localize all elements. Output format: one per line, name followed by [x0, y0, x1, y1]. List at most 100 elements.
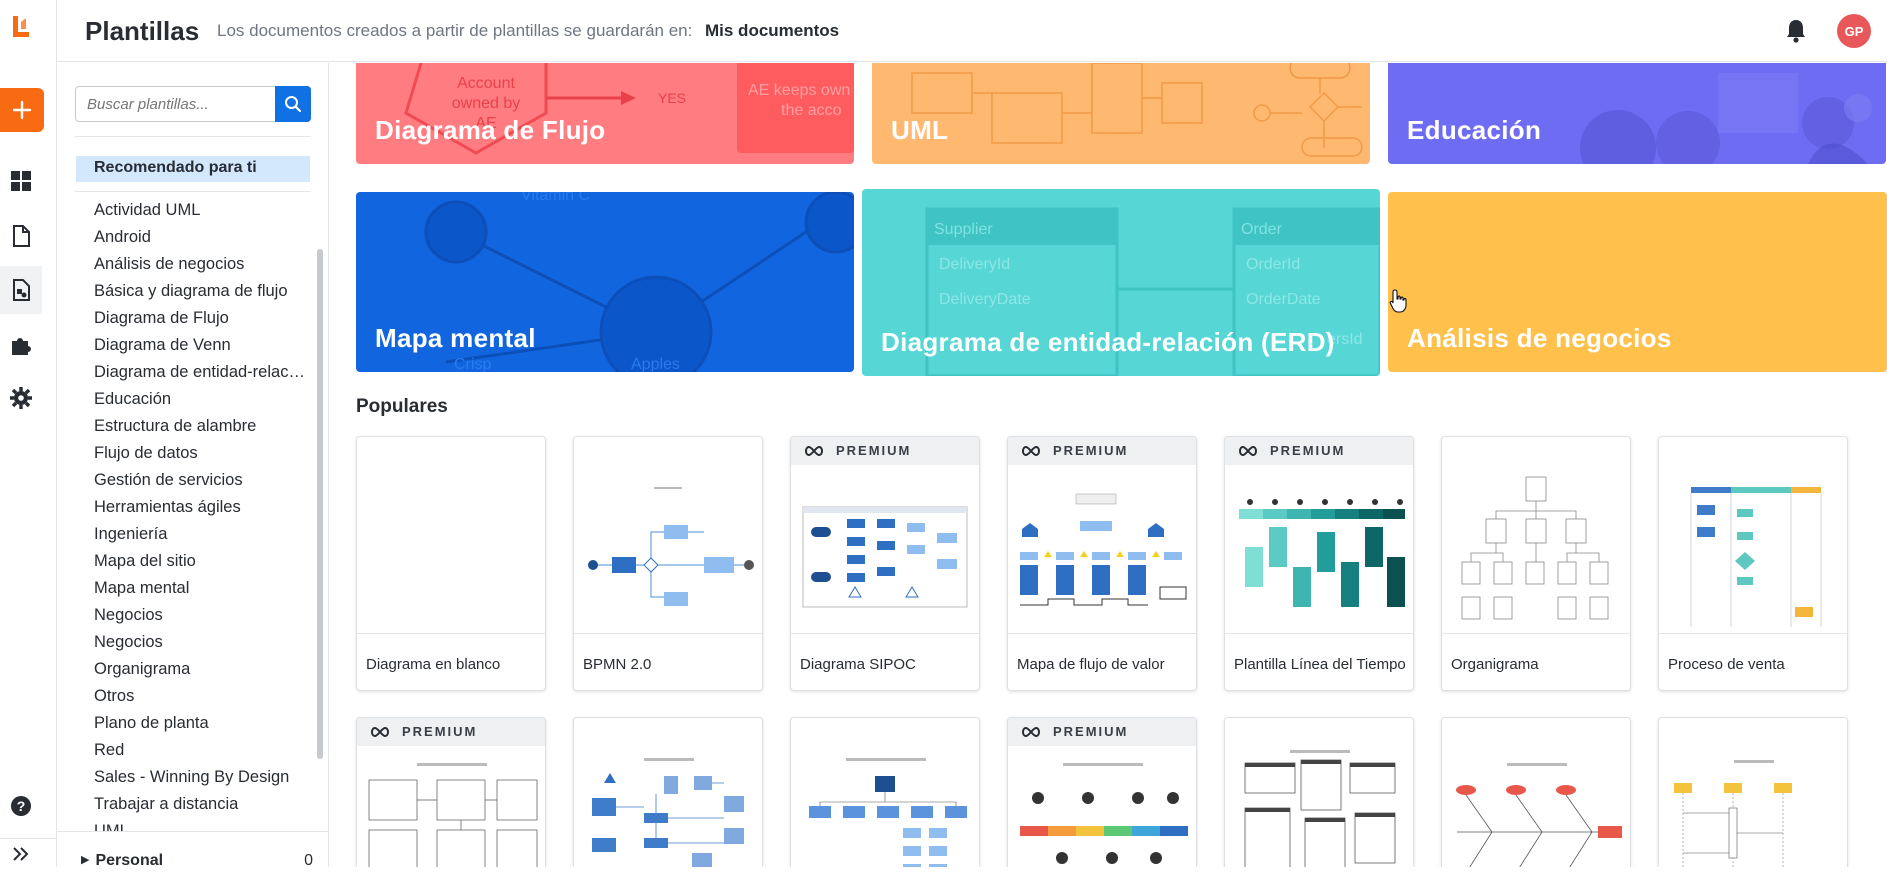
bell-icon[interactable]: [1784, 18, 1808, 44]
template-card[interactable]: [1441, 717, 1631, 867]
template-card-premium[interactable]: PREMIUM: [1007, 717, 1197, 867]
bg-text: AE keeps own: [748, 82, 850, 99]
save-location-link[interactable]: Mis documentos: [705, 21, 839, 41]
template-card-value-stream-map[interactable]: PREMIUM Mapa de flujo de valor: [1007, 436, 1197, 691]
sidebar-category-item[interactable]: Organigrama: [94, 656, 306, 683]
sidebar-category-item[interactable]: Otros: [94, 683, 306, 710]
settings-nav[interactable]: [0, 374, 42, 422]
sidebar-category-item[interactable]: Análisis de negocios: [94, 251, 306, 278]
expand-nav[interactable]: [0, 840, 42, 867]
category-card-uml[interactable]: UML: [872, 63, 1370, 164]
template-name: Proceso de venta: [1668, 656, 1785, 673]
sidebar-divider: [75, 136, 311, 137]
sidebar-item-recommended[interactable]: Recomendado para ti: [76, 156, 310, 182]
template-thumbnail: [1659, 437, 1847, 634]
template-thumbnail: [357, 437, 545, 634]
infinity-icon: [1022, 726, 1040, 738]
document-icon: [13, 225, 30, 247]
template-name: Plantilla Línea del Tiempo: [1234, 656, 1406, 673]
sidebar-category-item[interactable]: Diagrama de Venn: [94, 332, 306, 359]
sidebar-category-item[interactable]: Actividad UML: [94, 197, 306, 224]
template-name: Diagrama SIPOC: [800, 656, 916, 673]
template-card[interactable]: [1224, 717, 1414, 867]
sidebar-category-item[interactable]: Diagrama de entidad-relación (ERD): [94, 359, 306, 386]
bg-text: Account: [457, 75, 515, 92]
sidebar-category-item[interactable]: Ingeniería: [94, 521, 306, 548]
sidebar-category-item[interactable]: Negocios: [94, 602, 306, 629]
education-background-photo: [1388, 63, 1886, 164]
template-thumbnail: [1225, 718, 1413, 867]
create-button[interactable]: [0, 88, 44, 132]
hierarchy-preview: [809, 758, 967, 867]
template-search: [75, 86, 311, 122]
template-card[interactable]: [1658, 717, 1848, 867]
sipoc-preview: [802, 506, 968, 608]
template-card[interactable]: [790, 717, 980, 867]
template-card-bpmn[interactable]: BPMN 2.0: [573, 436, 763, 691]
bg-text: OrderDate: [1246, 291, 1321, 308]
template-thumbnail: [574, 437, 762, 634]
sidebar-category-item[interactable]: Android: [94, 224, 306, 251]
sidebar-category-item[interactable]: Diagrama de Flujo: [94, 305, 306, 332]
flowchart-background-illustration: Account owned by AE YES AE keeps own the…: [356, 63, 854, 164]
dashboard-nav[interactable]: [0, 157, 42, 205]
sidebar-category-item[interactable]: Básica y diagrama de flujo: [94, 278, 306, 305]
database-preview: [1244, 750, 1396, 867]
top-header: Plantillas Los documentos creados a part…: [57, 0, 1887, 62]
category-card-business-analysis[interactable]: Análisis de negocios: [1388, 192, 1887, 372]
template-card-org-chart[interactable]: Organigrama: [1441, 436, 1631, 691]
avatar[interactable]: GP: [1837, 14, 1871, 48]
category-list: Actividad UML Android Análisis de negocios…: [94, 197, 306, 832]
templates-main: Account owned by AE YES AE keeps own the…: [330, 63, 1887, 867]
save-location-description: Los documentos creados a partir de plant…: [217, 21, 693, 40]
template-card-sipoc[interactable]: PREMIUM Diagrama SIPOC: [790, 436, 980, 691]
bpmn-preview: [588, 487, 754, 606]
sidebar-category-item[interactable]: Educación: [94, 386, 306, 413]
popular-section-title: Populares: [356, 396, 448, 417]
template-thumbnail: [574, 718, 762, 867]
search-button[interactable]: [275, 86, 311, 122]
infinity-icon: [805, 445, 823, 457]
org-chart-preview: [1461, 476, 1609, 620]
sidebar-category-item[interactable]: UML: [94, 818, 306, 832]
integrations-nav[interactable]: [0, 321, 42, 369]
sidebar-category-item[interactable]: Negocios: [94, 629, 306, 656]
network-preview: [592, 758, 744, 867]
template-card-sales-process[interactable]: Proceso de venta: [1658, 436, 1848, 691]
documents-nav[interactable]: [0, 212, 42, 260]
sidebar-category-item[interactable]: Flujo de datos: [94, 440, 306, 467]
bg-text: Crisp: [454, 356, 491, 372]
sidebar-item-personal[interactable]: ▶ Personal 0: [81, 852, 313, 872]
category-card-mind-map[interactable]: Vitamin C Crisp Apples Mapa mental: [356, 192, 854, 372]
sidebar-category-item[interactable]: Mapa mental: [94, 575, 306, 602]
premium-badge: PREMIUM: [1225, 437, 1413, 465]
template-card-blank[interactable]: Diagrama en blanco: [356, 436, 546, 691]
sidebar-category-item[interactable]: Estructura de alambre: [94, 413, 306, 440]
category-card-erd[interactable]: Supplier DeliveryId DeliveryDate Order O…: [862, 189, 1380, 376]
category-card-education[interactable]: Educación: [1388, 63, 1886, 164]
page-title: Plantillas: [85, 16, 200, 46]
template-card[interactable]: [573, 717, 763, 867]
lucid-logo-icon[interactable]: [9, 14, 31, 40]
sidebar-category-item[interactable]: Trabajar a distancia: [94, 791, 306, 818]
category-card-flowchart[interactable]: Account owned by AE YES AE keeps own the…: [356, 63, 854, 164]
templates-nav[interactable]: [0, 266, 42, 314]
sidebar-category-item[interactable]: Plano de planta: [94, 710, 306, 737]
template-card-premium[interactable]: PREMIUM: [356, 717, 546, 867]
sidebar-category-item[interactable]: Red: [94, 737, 306, 764]
timeline-preview: [1239, 499, 1405, 607]
premium-label: PREMIUM: [1270, 443, 1346, 458]
bg-text: owned by: [452, 95, 521, 112]
template-thumbnail: [1008, 437, 1196, 634]
sidebar-category-item[interactable]: Gestión de servicios: [94, 467, 306, 494]
template-card-timeline[interactable]: PREMIUM Plantilla Línea del Tiempo: [1224, 436, 1414, 691]
sidebar-category-item[interactable]: Mapa del sitio: [94, 548, 306, 575]
plus-icon: [12, 100, 32, 120]
sidebar-category-item[interactable]: Herramientas ágiles: [94, 494, 306, 521]
dashboard-icon: [11, 171, 31, 191]
help-nav[interactable]: ?: [0, 782, 42, 830]
sidebar-category-item[interactable]: Sales - Winning By Design: [94, 764, 306, 791]
search-input[interactable]: [76, 87, 275, 121]
sidebar-scrollbar[interactable]: [317, 249, 323, 759]
infinity-icon: [371, 726, 389, 738]
